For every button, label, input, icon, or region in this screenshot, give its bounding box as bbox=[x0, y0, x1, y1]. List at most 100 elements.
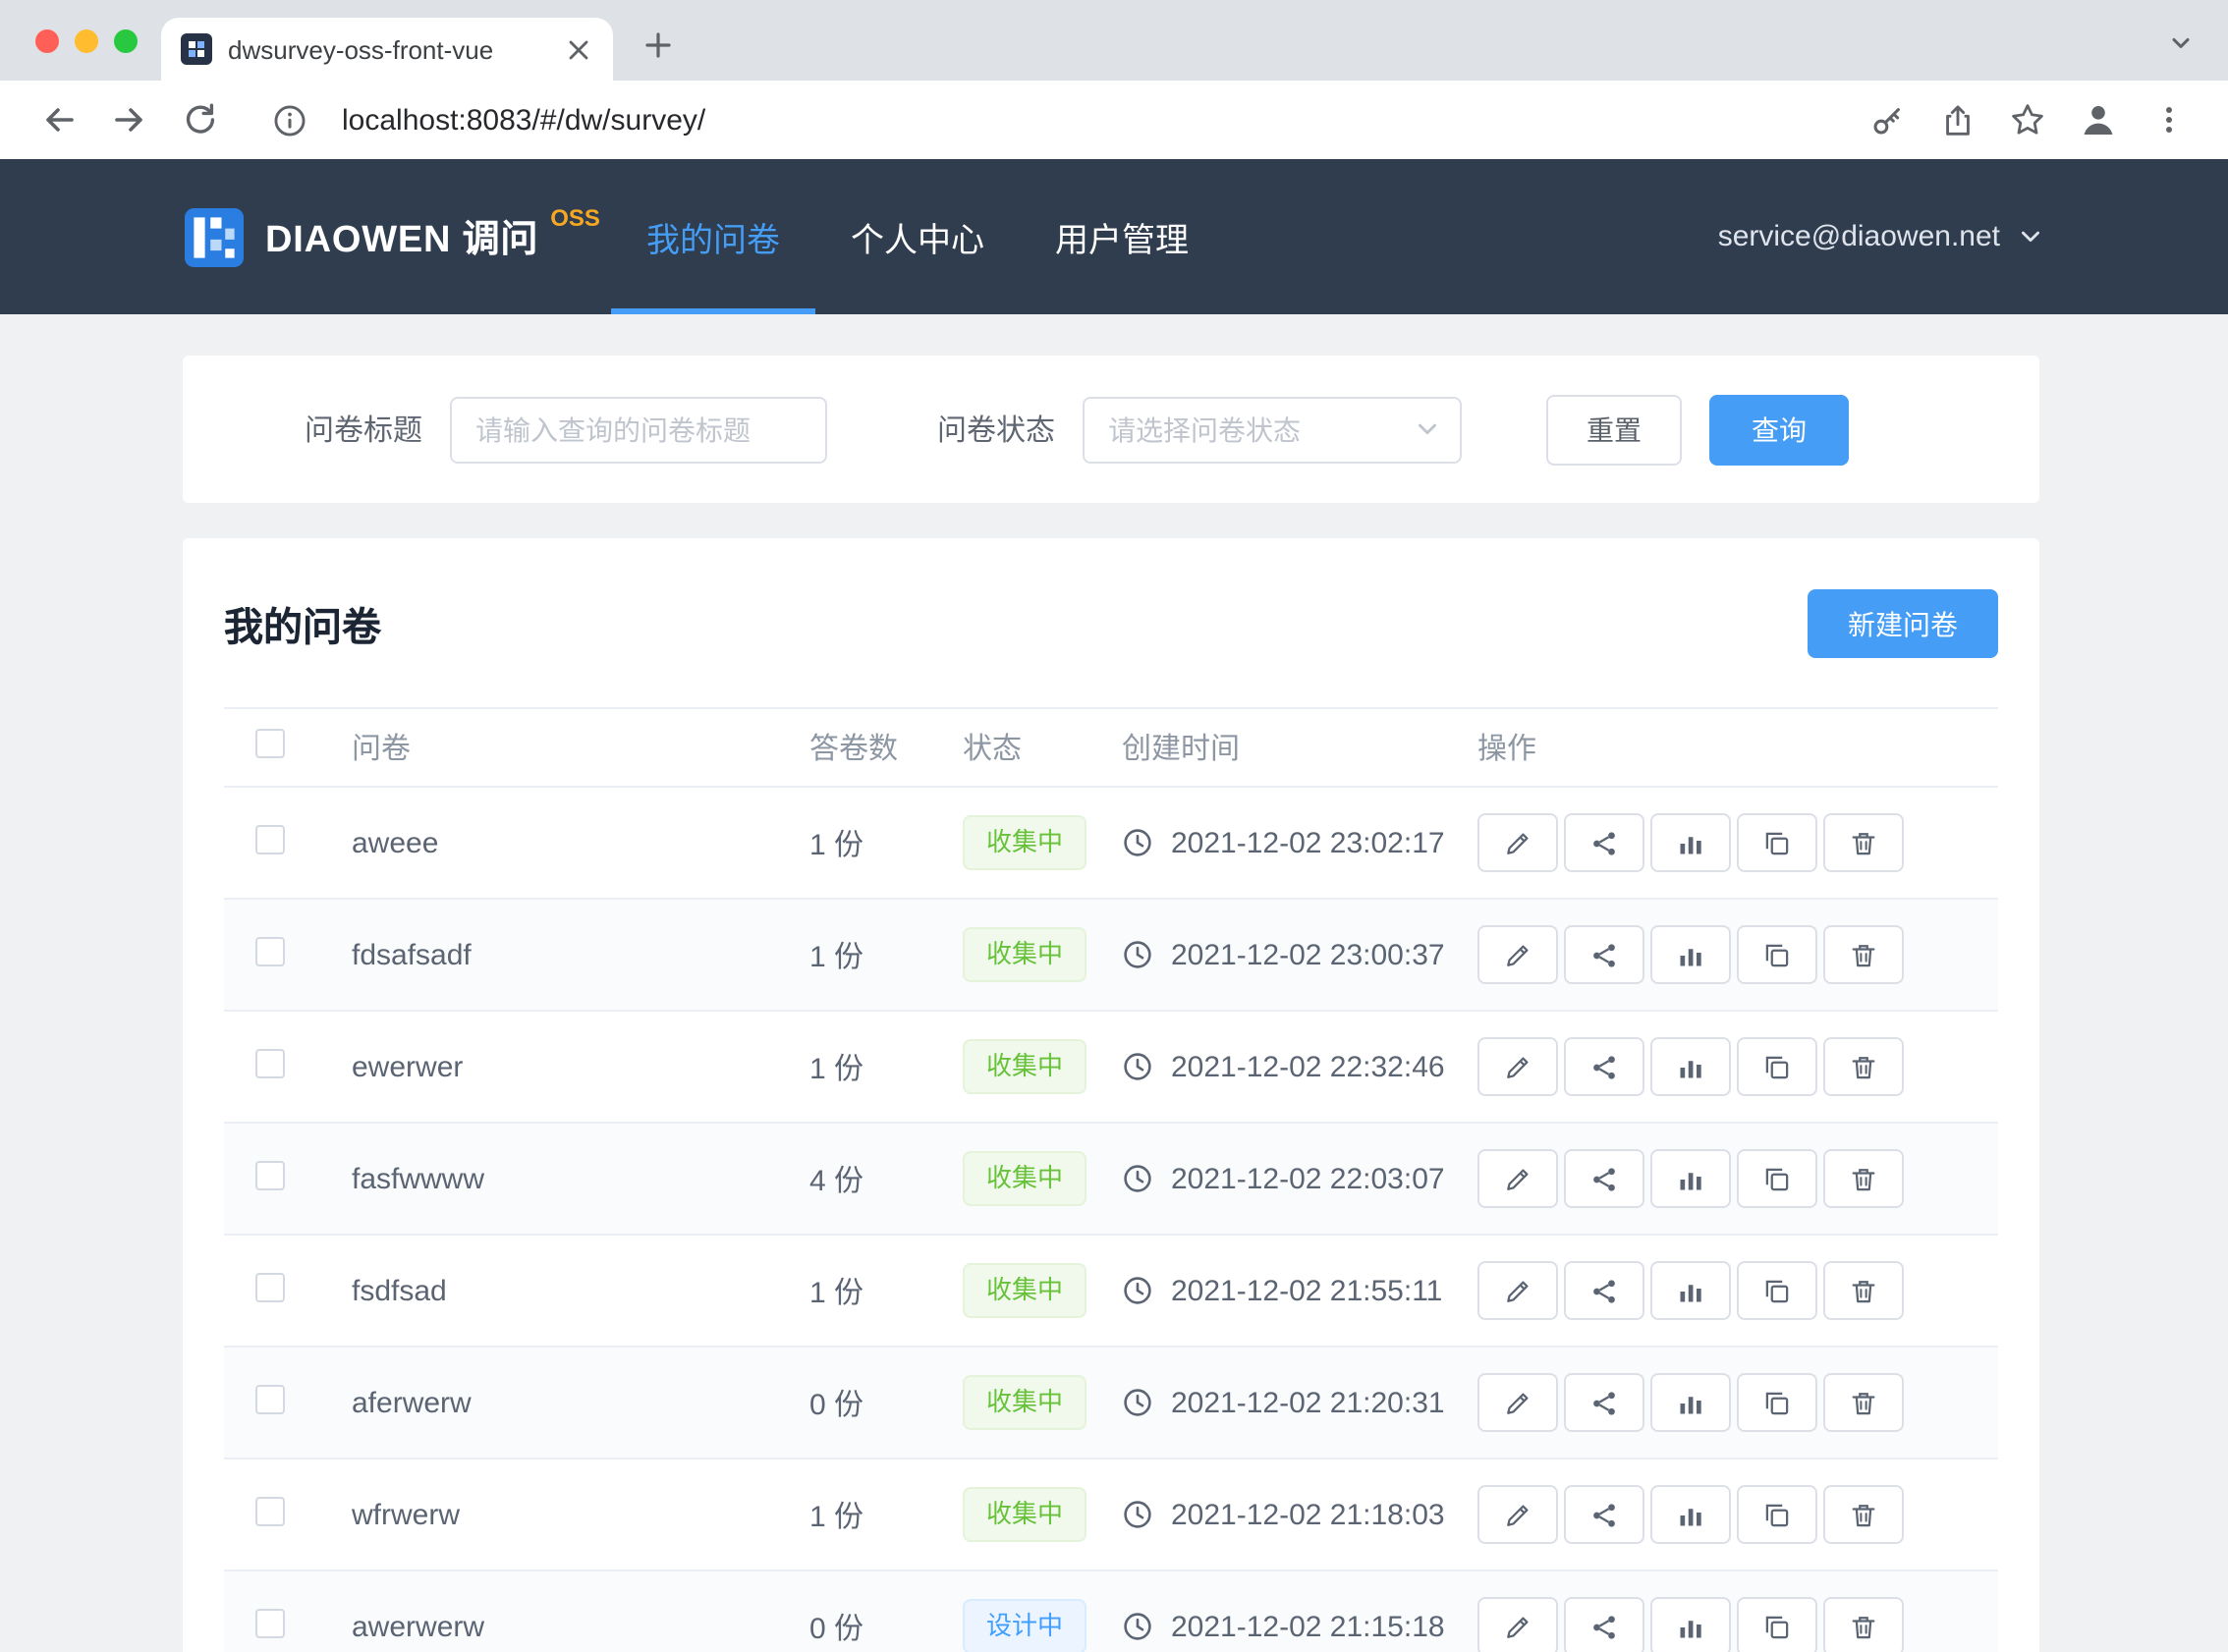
reset-button[interactable]: 重置 bbox=[1546, 394, 1682, 465]
survey-title-text: aferwerw bbox=[352, 1386, 472, 1419]
forward-icon[interactable] bbox=[104, 94, 155, 145]
stats-icon[interactable] bbox=[1650, 1597, 1731, 1652]
edit-icon[interactable] bbox=[1477, 1485, 1558, 1544]
edit-icon[interactable] bbox=[1477, 1037, 1558, 1096]
copy-icon[interactable] bbox=[1737, 1261, 1817, 1320]
row-checkbox[interactable] bbox=[255, 1496, 285, 1525]
app-header: DIAOWEN 调问 OSS 我的问卷 个人中心 用户管理 service@di… bbox=[0, 159, 2228, 314]
bookmark-star-icon[interactable] bbox=[2002, 94, 2053, 145]
tab-list-chevron-icon[interactable] bbox=[2161, 24, 2200, 63]
row-checkbox[interactable] bbox=[255, 1384, 285, 1413]
edit-icon[interactable] bbox=[1477, 1149, 1558, 1208]
stats-icon[interactable] bbox=[1650, 1149, 1731, 1208]
copy-icon[interactable] bbox=[1737, 1597, 1817, 1652]
survey-title-text: wfrwerw bbox=[352, 1498, 460, 1531]
select-all-checkbox[interactable] bbox=[255, 729, 285, 758]
created-time: 2021-12-02 21:20:31 bbox=[1171, 1386, 1445, 1419]
delete-icon[interactable] bbox=[1823, 1373, 1904, 1432]
edit-icon[interactable] bbox=[1477, 813, 1558, 872]
copy-icon[interactable] bbox=[1737, 1373, 1817, 1432]
nav-item-personal-center[interactable]: 个人中心 bbox=[815, 159, 1020, 314]
delete-icon[interactable] bbox=[1823, 925, 1904, 984]
edit-icon[interactable] bbox=[1477, 925, 1558, 984]
profile-icon[interactable] bbox=[2073, 94, 2124, 145]
new-survey-button[interactable]: 新建问卷 bbox=[1808, 589, 1998, 658]
stats-icon[interactable] bbox=[1650, 1373, 1731, 1432]
column-header-actions: 操作 bbox=[1477, 727, 1998, 768]
address-url[interactable]: localhost:8083/#/dw/survey/ bbox=[342, 103, 705, 137]
back-icon[interactable] bbox=[33, 94, 84, 145]
key-icon[interactable] bbox=[1861, 94, 1912, 145]
table-row: fdsafsadf 1 份 收集中 2021-12-02 23:00:37 bbox=[224, 900, 1998, 1012]
share-icon[interactable] bbox=[1564, 1597, 1644, 1652]
column-header-created: 创建时间 bbox=[1122, 727, 1477, 768]
copy-icon[interactable] bbox=[1737, 1149, 1817, 1208]
info-icon[interactable] bbox=[263, 94, 314, 145]
survey-status-label: 问卷状态 bbox=[937, 409, 1055, 450]
brand-logo[interactable]: DIAOWEN 调问 OSS bbox=[185, 159, 600, 314]
browser-menu-icon[interactable] bbox=[2144, 94, 2195, 145]
copy-icon[interactable] bbox=[1737, 1485, 1817, 1544]
chevron-down-icon bbox=[1415, 416, 1440, 442]
share-icon[interactable] bbox=[1564, 1037, 1644, 1096]
row-checkbox[interactable] bbox=[255, 1608, 285, 1637]
copy-icon[interactable] bbox=[1737, 813, 1817, 872]
share-icon[interactable] bbox=[1564, 1485, 1644, 1544]
stats-icon[interactable] bbox=[1650, 1261, 1731, 1320]
brand-name: DIAOWEN 调问 bbox=[265, 210, 538, 263]
stats-icon[interactable] bbox=[1650, 1485, 1731, 1544]
edit-icon[interactable] bbox=[1477, 1373, 1558, 1432]
clock-icon bbox=[1122, 1387, 1153, 1418]
share-icon[interactable] bbox=[1564, 1261, 1644, 1320]
delete-icon[interactable] bbox=[1823, 1037, 1904, 1096]
stats-icon[interactable] bbox=[1650, 813, 1731, 872]
close-window-button[interactable] bbox=[35, 29, 59, 53]
table-row: aferwerw 0 份 收集中 2021-12-02 21:20:31 bbox=[224, 1348, 1998, 1459]
stats-icon[interactable] bbox=[1650, 925, 1731, 984]
response-count: 1 份 bbox=[809, 940, 863, 973]
share-icon[interactable] bbox=[1564, 1149, 1644, 1208]
survey-title-input[interactable] bbox=[450, 396, 827, 463]
account-menu[interactable]: service@diaowen.net bbox=[1718, 159, 2043, 314]
copy-icon[interactable] bbox=[1737, 1037, 1817, 1096]
row-checkbox[interactable] bbox=[255, 1048, 285, 1077]
stats-icon[interactable] bbox=[1650, 1037, 1731, 1096]
delete-icon[interactable] bbox=[1823, 1149, 1904, 1208]
main-nav: 我的问卷 个人中心 用户管理 bbox=[611, 159, 1224, 314]
clock-icon bbox=[1122, 1611, 1153, 1642]
zoom-window-button[interactable] bbox=[114, 29, 138, 53]
response-count: 0 份 bbox=[809, 1388, 863, 1421]
minimize-window-button[interactable] bbox=[75, 29, 98, 53]
row-checkbox[interactable] bbox=[255, 1160, 285, 1189]
delete-icon[interactable] bbox=[1823, 813, 1904, 872]
table-row: ewerwer 1 份 收集中 2021-12-02 22:32:46 bbox=[224, 1012, 1998, 1124]
response-count: 1 份 bbox=[809, 828, 863, 861]
status-badge: 收集中 bbox=[963, 815, 1086, 870]
nav-item-my-surveys[interactable]: 我的问卷 bbox=[611, 159, 815, 314]
new-tab-button[interactable] bbox=[633, 20, 684, 71]
row-checkbox[interactable] bbox=[255, 824, 285, 854]
delete-icon[interactable] bbox=[1823, 1261, 1904, 1320]
reload-icon[interactable] bbox=[175, 94, 226, 145]
copy-icon[interactable] bbox=[1737, 925, 1817, 984]
search-button[interactable]: 查询 bbox=[1709, 394, 1849, 465]
share-icon[interactable] bbox=[1564, 925, 1644, 984]
edit-icon[interactable] bbox=[1477, 1597, 1558, 1652]
share-icon[interactable] bbox=[1564, 813, 1644, 872]
delete-icon[interactable] bbox=[1823, 1597, 1904, 1652]
survey-status-select[interactable]: 请选择问卷状态 bbox=[1083, 396, 1462, 463]
share-icon[interactable] bbox=[1564, 1373, 1644, 1432]
share-icon[interactable] bbox=[1931, 94, 1982, 145]
survey-title-label: 问卷标题 bbox=[305, 409, 422, 450]
edit-icon[interactable] bbox=[1477, 1261, 1558, 1320]
survey-status-placeholder: 请选择问卷状态 bbox=[1108, 410, 1301, 449]
page-title: 我的问卷 bbox=[224, 595, 381, 652]
response-count: 1 份 bbox=[809, 1276, 863, 1309]
nav-item-user-management[interactable]: 用户管理 bbox=[1020, 159, 1224, 314]
row-checkbox[interactable] bbox=[255, 1272, 285, 1301]
filter-buttons: 重置 查询 bbox=[1546, 394, 1849, 465]
row-checkbox[interactable] bbox=[255, 936, 285, 965]
delete-icon[interactable] bbox=[1823, 1485, 1904, 1544]
browser-tab[interactable]: dwsurvey-oss-front-vue bbox=[161, 18, 613, 81]
tab-close-icon[interactable] bbox=[562, 33, 593, 65]
